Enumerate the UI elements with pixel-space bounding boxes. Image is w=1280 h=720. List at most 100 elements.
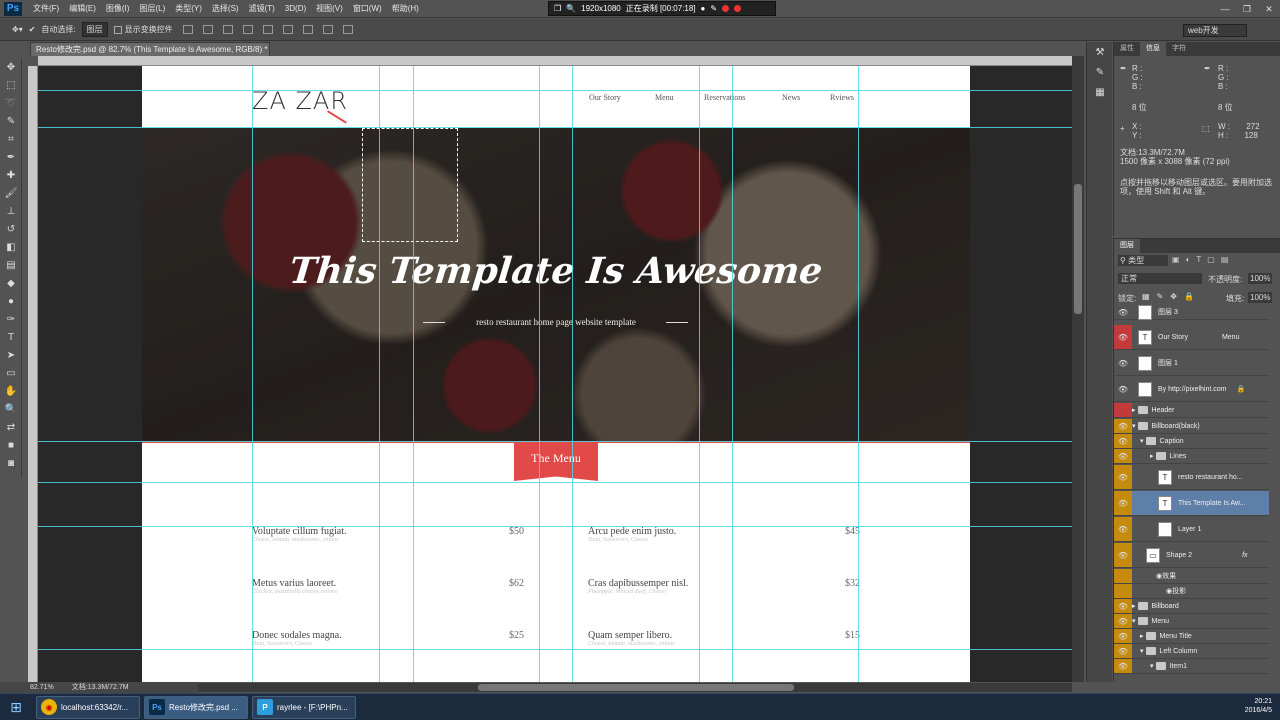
visibility-icon[interactable]: 👁 [1114, 449, 1132, 463]
guide-vertical[interactable] [572, 66, 573, 682]
guide-vertical[interactable] [539, 66, 540, 682]
layer-group-row[interactable]: 👁 ▾ Billboard(black) [1114, 419, 1269, 434]
minimize-icon[interactable]: — [1214, 0, 1236, 18]
menu-3d[interactable]: 3D(D) [280, 4, 311, 13]
visibility-icon[interactable] [1114, 569, 1132, 583]
history-brush-tool-icon[interactable]: ↺ [0, 220, 22, 238]
layer-row[interactable]: 👁 ▭ Shape 2 fx [1114, 543, 1269, 568]
collapse-arrow-icon[interactable]: ▸ [1132, 406, 1136, 414]
menu-window[interactable]: 窗口(W) [348, 3, 387, 14]
align-right-icon[interactable] [282, 25, 293, 34]
vertical-scroll-thumb[interactable] [1074, 184, 1082, 314]
path-select-tool-icon[interactable]: ➤ [0, 346, 22, 364]
layer-group-row[interactable]: ▸ Header [1114, 403, 1269, 418]
lock-position-icon[interactable]: ✥ [1170, 292, 1177, 301]
fx-icon[interactable]: fx [1242, 552, 1247, 559]
lasso-tool-icon[interactable]: ➰ [0, 94, 22, 112]
visibility-icon[interactable]: 👁 [1114, 377, 1132, 401]
shape-tool-icon[interactable]: ▭ [0, 364, 22, 382]
horizontal-ruler[interactable] [38, 56, 1072, 66]
type-filter-icon[interactable]: T [1196, 255, 1201, 264]
restore-icon[interactable]: ❐ [1236, 0, 1258, 18]
guide-horizontal[interactable] [38, 127, 1072, 128]
search-icon[interactable]: 🔍 [566, 4, 576, 13]
visibility-icon[interactable]: 👁 [1114, 517, 1132, 541]
layer-row[interactable]: 👁 Tresto restaurant ho... [1114, 465, 1269, 490]
menu-help[interactable]: 帮助(H) [387, 3, 424, 14]
stop-record-icon[interactable] [722, 5, 730, 12]
history-panel-icon[interactable]: ▦ [1087, 82, 1113, 102]
record-icon[interactable] [734, 5, 742, 12]
selection-marquee[interactable] [362, 128, 458, 242]
crop-tool-icon[interactable]: ⌗ [0, 130, 22, 148]
menu-layer[interactable]: 图层(L) [134, 3, 170, 14]
smart-filter-icon[interactable]: ▤ [1221, 255, 1229, 264]
dodge-tool-icon[interactable]: ● [0, 292, 22, 310]
layer-row[interactable]: 👁 图层 1 [1114, 351, 1269, 376]
expand-arrow-icon[interactable]: ▾ [1132, 617, 1136, 625]
align-top-icon[interactable] [182, 25, 193, 34]
visibility-icon[interactable]: 👁 [1114, 434, 1132, 448]
hand-tool-icon[interactable]: ✋ [0, 382, 22, 400]
visibility-icon[interactable]: 👁 [1114, 465, 1132, 489]
guide-vertical[interactable] [732, 66, 733, 682]
visibility-icon[interactable]: 👁 [1114, 644, 1132, 658]
menu-edit[interactable]: 编辑(E) [64, 3, 101, 14]
guide-vertical[interactable] [379, 66, 380, 682]
visibility-icon[interactable]: 👁 [1114, 351, 1132, 375]
guide-horizontal[interactable] [38, 441, 1072, 442]
align-left-icon[interactable] [242, 25, 253, 34]
pen-tool-icon[interactable]: ✑ [0, 310, 22, 328]
canvas-pasteboard[interactable]: ZA ZAR Our Story Menu Reservations News … [38, 66, 1072, 682]
system-clock[interactable]: 20:21 2016/4/5 [1232, 697, 1272, 715]
menu-file[interactable]: 文件(F) [28, 3, 64, 14]
document-tab[interactable]: Resto修改完.psd @ 82.7% (This Template Is A… [30, 42, 270, 56]
guide-vertical[interactable] [699, 66, 700, 682]
layer-group-row[interactable]: 👁 ▸ Billboard [1114, 599, 1269, 614]
guide-vertical[interactable] [252, 66, 253, 682]
color-swatch-icon[interactable]: ■ [0, 436, 22, 454]
menu-filter[interactable]: 滤镜(T) [244, 3, 280, 14]
artboard[interactable]: ZA ZAR Our Story Menu Reservations News … [142, 66, 970, 682]
blend-mode-dropdown[interactable]: 正常 [1118, 273, 1202, 284]
tab-properties[interactable]: 属性 [1114, 42, 1140, 56]
distribute-bottom-icon[interactable] [342, 25, 353, 34]
visibility-icon[interactable]: 👁 [1114, 614, 1132, 628]
lock-all-icon[interactable]: 🔒 [1184, 292, 1194, 301]
align-middle-icon[interactable] [202, 25, 213, 34]
expand-arrow-icon[interactable]: ▾ [1132, 422, 1136, 430]
task-phpstorm[interactable]: Prayrlee - [F:\PHPn... [252, 695, 356, 719]
tab-info[interactable]: 信息 [1140, 42, 1166, 56]
menu-view[interactable]: 视图(V) [311, 3, 348, 14]
layer-effect-row[interactable]: ◉ 投影 [1114, 584, 1269, 599]
layer-group-row[interactable]: 👁 ▸ Lines [1114, 449, 1269, 464]
distribute-top-icon[interactable] [302, 25, 313, 34]
collapse-arrow-icon[interactable]: ▸ [1150, 452, 1154, 460]
guide-horizontal[interactable] [38, 526, 1072, 527]
horizontal-scrollbar[interactable] [198, 683, 1072, 692]
menu-type[interactable]: 类型(Y) [170, 3, 207, 14]
guide-vertical[interactable] [413, 66, 414, 682]
layer-row-selected[interactable]: 👁 T This Template Is Aw... [1114, 491, 1269, 516]
visibility-icon[interactable]: 👁 [1114, 305, 1132, 319]
fill-input[interactable]: 100% [1248, 292, 1272, 303]
quick-select-tool-icon[interactable]: ✎ [0, 112, 22, 130]
layer-filter-dropdown[interactable]: ⚲ 类型 [1118, 255, 1168, 266]
tab-character[interactable]: 字符 [1166, 42, 1192, 56]
visibility-icon[interactable]: 👁 [1114, 419, 1132, 433]
brush-tool-icon[interactable]: 🖌 [0, 184, 22, 202]
layer-group-row[interactable]: 👁 ▾ Left Column [1114, 644, 1269, 659]
adjust-filter-icon[interactable]: ◐ [1186, 255, 1191, 264]
show-transform-checkbox[interactable]: 显示变换控件 [113, 24, 173, 35]
tool-preset-icon[interactable]: ⚒ [1087, 42, 1113, 62]
guide-vertical[interactable] [858, 66, 859, 682]
swap-colors-icon[interactable]: ⇄ [0, 418, 22, 436]
guide-horizontal[interactable] [38, 482, 1072, 483]
layer-group-row[interactable]: 👁 ▾ Caption [1114, 434, 1269, 449]
visibility-icon[interactable]: 👁 [1114, 629, 1132, 643]
visibility-icon[interactable]: 👁 [1114, 599, 1132, 613]
collapse-arrow-icon[interactable]: ▸ [1140, 632, 1144, 640]
eraser-tool-icon[interactable]: ◧ [0, 238, 22, 256]
gradient-tool-icon[interactable]: ▤ [0, 256, 22, 274]
expand-arrow-icon[interactable]: ▾ [1140, 647, 1144, 655]
